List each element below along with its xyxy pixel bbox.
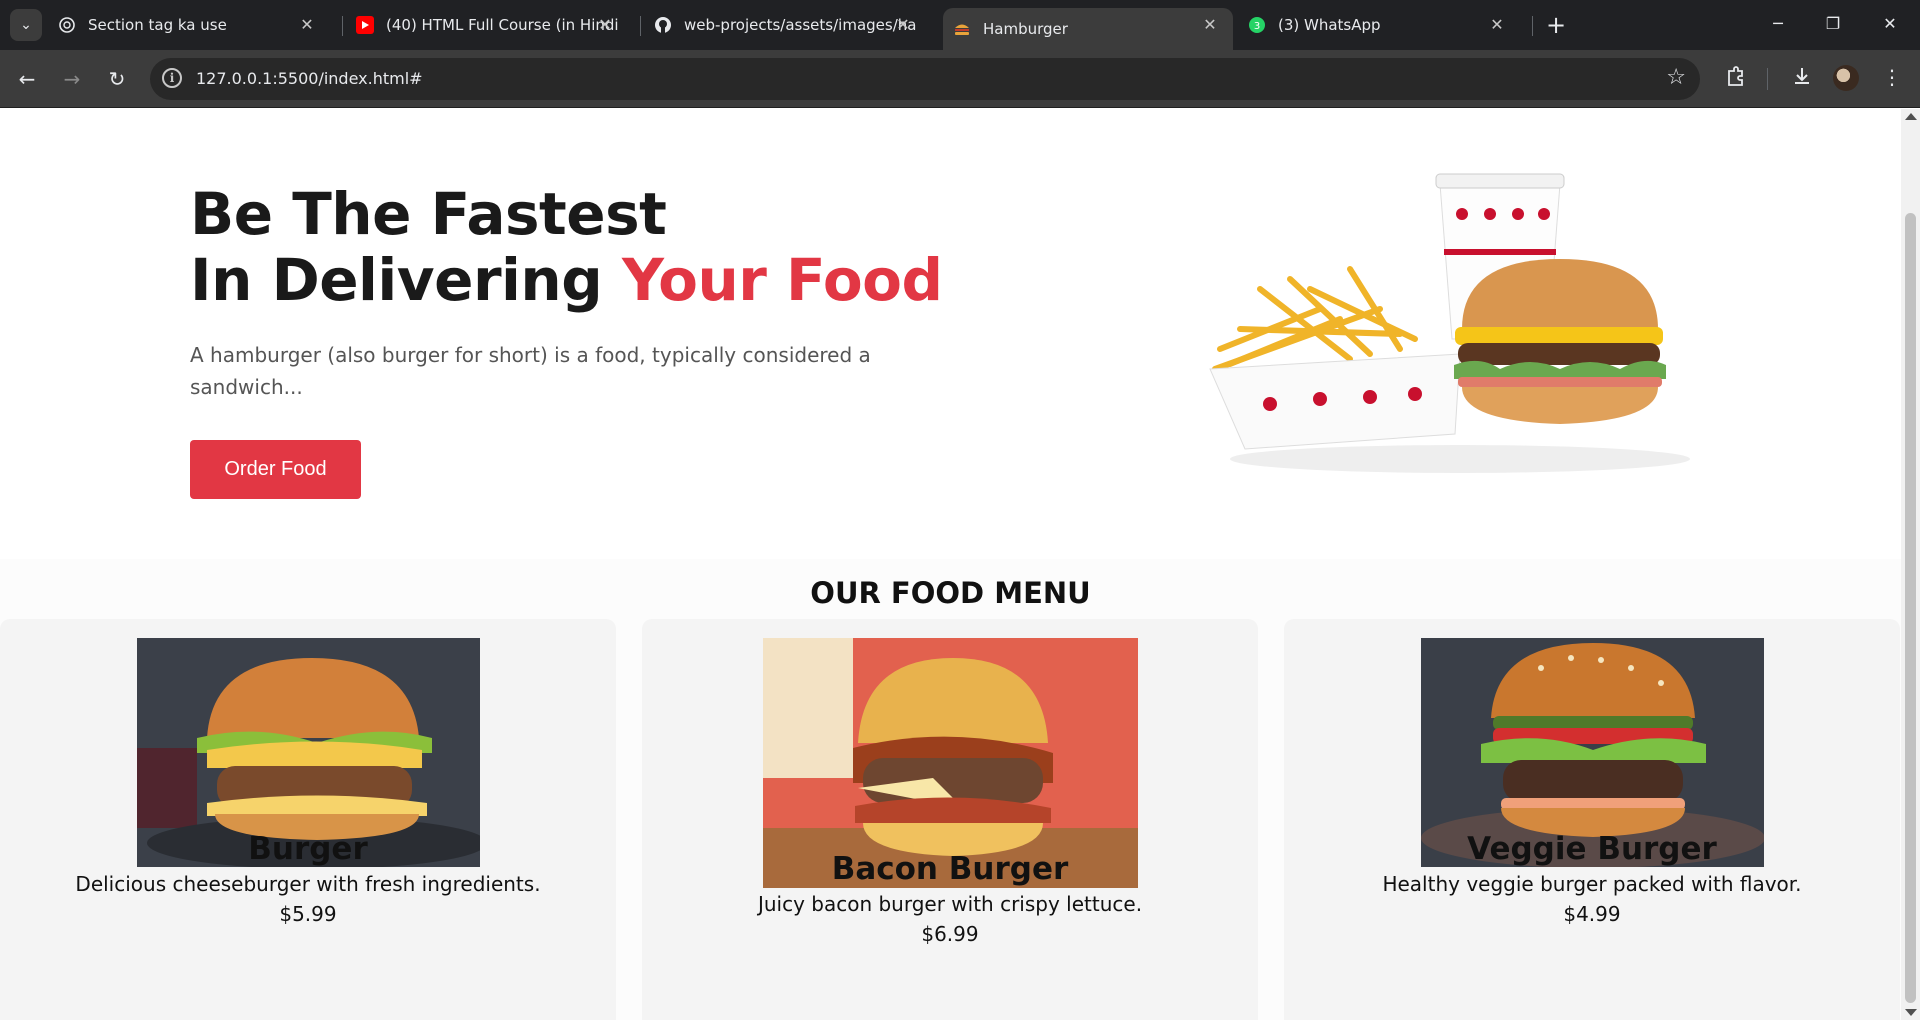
card-description: Juicy bacon burger with crispy lettuce. [757, 892, 1143, 916]
menu-card-bacon-burger[interactable]: Bacon Burger Juicy bacon burger with cri… [642, 619, 1258, 1020]
close-tab-icon[interactable]: ✕ [894, 16, 912, 34]
tab-section-tag[interactable]: Section tag ka use ✕ [58, 8, 330, 42]
youtube-icon [356, 16, 374, 34]
card-price: $4.99 [1563, 902, 1621, 926]
chatgpt-icon [58, 16, 76, 34]
tab-hamburger[interactable]: Hamburger ✕ [943, 8, 1233, 50]
tab-title: (3) WhatsApp [1278, 16, 1381, 34]
url-text[interactable]: 127.0.0.1:5500/index.html# [196, 69, 423, 88]
minimize-button[interactable]: ─ [1758, 12, 1798, 36]
card-title: Bacon Burger [831, 851, 1069, 887]
chevron-down-icon: ⌄ [20, 17, 32, 33]
close-tab-icon[interactable]: ✕ [596, 16, 614, 34]
hamburger-favicon-icon [953, 20, 971, 38]
reload-button[interactable]: ↻ [102, 64, 132, 94]
whatsapp-icon: 3 [1248, 16, 1266, 34]
close-icon: ✕ [1883, 14, 1897, 33]
page-viewport: Be The Fastest In Delivering Your Food A… [0, 109, 1901, 1020]
extensions-icon[interactable] [1722, 65, 1750, 92]
restore-icon: ❐ [1825, 14, 1841, 33]
card-price: $6.99 [921, 922, 979, 946]
tab-title: Hamburger [983, 20, 1068, 38]
hero-title-accent: Your Food [621, 246, 943, 314]
new-tab-button[interactable]: + [1544, 11, 1568, 39]
card-title: Burger [248, 831, 368, 867]
restore-button[interactable]: ❐ [1813, 12, 1853, 36]
order-food-button[interactable]: Order Food [190, 440, 361, 499]
card-description: Delicious cheeseburger with fresh ingred… [75, 872, 541, 896]
close-window-button[interactable]: ✕ [1870, 12, 1910, 36]
forward-button[interactable]: → [57, 64, 87, 94]
browser-toolbar: ← → ↻ i 127.0.0.1:5500/index.html# ☆ ⋮ [0, 50, 1920, 108]
tab-title: (40) HTML Full Course (in Hindi [386, 16, 619, 34]
menu-title: OUR FOOD MENU [810, 576, 1091, 610]
tab-youtube[interactable]: (40) HTML Full Course (in Hindi ✕ [356, 8, 628, 42]
close-tab-icon[interactable]: ✕ [1488, 16, 1506, 34]
page-scrollbar[interactable] [1901, 109, 1920, 1020]
card-title: Veggie Burger [1467, 831, 1717, 867]
close-tab-icon[interactable]: ✕ [298, 16, 316, 34]
reload-icon: ↻ [108, 67, 126, 91]
address-bar[interactable]: i 127.0.0.1:5500/index.html# ☆ [150, 58, 1700, 100]
minimize-icon: ─ [1773, 14, 1783, 33]
hero-combo-image [1209, 173, 1690, 473]
hero-title: Be The Fastest In Delivering Your Food [190, 181, 943, 313]
menu-card-burger[interactable]: Burger Delicious cheeseburger with fresh… [0, 619, 616, 1020]
scroll-up-arrow-icon[interactable] [1905, 113, 1917, 120]
card-price: $5.99 [279, 902, 337, 926]
hero-description: A hamburger (also burger for short) is a… [190, 343, 871, 399]
back-button[interactable]: ← [12, 64, 42, 94]
tab-search-button[interactable]: ⌄ [10, 9, 42, 41]
arrow-right-icon: → [63, 67, 81, 91]
download-icon[interactable] [1788, 65, 1816, 92]
site-info-icon[interactable]: i [162, 68, 182, 88]
bookmark-star-icon[interactable]: ☆ [1666, 65, 1686, 90]
github-icon [654, 16, 672, 34]
more-menu-icon[interactable]: ⋮ [1878, 65, 1906, 89]
scroll-down-arrow-icon[interactable] [1905, 1009, 1917, 1016]
menu-card-veggie-burger[interactable]: Veggie Burger Healthy veggie burger pack… [1284, 619, 1900, 1020]
browser-tab-bar: ⌄ Section tag ka use ✕ (40) HTML Full Co… [0, 0, 1920, 50]
card-description: Healthy veggie burger packed with flavor… [1382, 872, 1802, 896]
svg-text:3: 3 [1254, 21, 1260, 32]
tab-github[interactable]: web-projects/assets/images/ha ✕ [654, 8, 926, 42]
profile-avatar[interactable] [1833, 65, 1859, 91]
hero-title-line2: In Delivering [190, 246, 622, 314]
hero-title-line1: Be The Fastest [190, 180, 667, 248]
arrow-left-icon: ← [18, 67, 36, 91]
tab-title: web-projects/assets/images/ha [684, 16, 917, 34]
scrollbar-thumb[interactable] [1905, 213, 1916, 1003]
close-tab-icon[interactable]: ✕ [1201, 16, 1219, 34]
plus-icon: + [1545, 11, 1567, 39]
tab-whatsapp[interactable]: 3 (3) WhatsApp ✕ [1248, 8, 1520, 42]
tab-title: Section tag ka use [88, 16, 227, 34]
